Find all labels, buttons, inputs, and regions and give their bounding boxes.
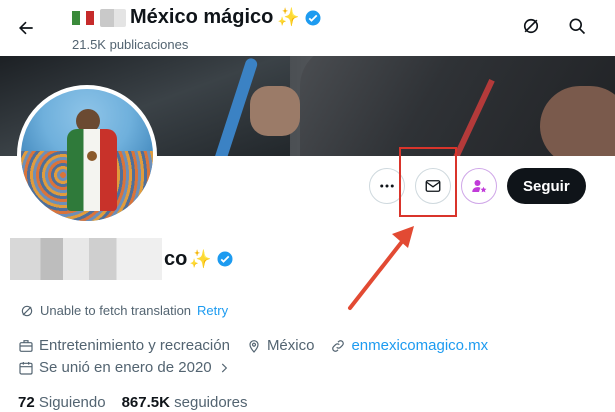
calendar-icon xyxy=(19,361,33,375)
followers-label: seguidores xyxy=(174,394,248,411)
website-link[interactable]: enmexicomagico.mx xyxy=(351,337,488,354)
profile-header: México mágico ✨ 21.5K publicaciones xyxy=(0,0,615,56)
search-icon[interactable] xyxy=(567,16,587,36)
avatar-flag-cape xyxy=(67,129,117,211)
subscribe-button[interactable] xyxy=(461,168,497,204)
annotation-arrow xyxy=(348,226,414,310)
translation-text: Unable to fetch translation xyxy=(40,303,192,318)
joined-row: Se unió en enero de 2020 xyxy=(18,359,231,376)
briefcase-icon xyxy=(19,339,33,352)
chevron-right-icon[interactable] xyxy=(217,361,231,375)
category-text: Entretenimiento y recreación xyxy=(39,337,230,354)
retry-link[interactable]: Retry xyxy=(197,303,228,318)
profile-info-row: Entretenimiento y recreación México enme… xyxy=(18,337,498,354)
following-link[interactable]: 72 Siguiendo xyxy=(18,394,106,411)
header-title: México mágico ✨ xyxy=(72,6,322,29)
website-item: enmexicomagico.mx xyxy=(330,337,488,354)
banner-hand xyxy=(250,86,300,136)
followers-link[interactable]: 867.5K seguidores xyxy=(122,394,248,411)
location-text: México xyxy=(266,337,315,354)
link-icon xyxy=(332,339,345,352)
redacted-name xyxy=(10,238,162,280)
followers-count: 867.5K xyxy=(121,394,170,411)
sparkles-icon: ✨ xyxy=(277,7,300,27)
user-star-icon xyxy=(472,180,487,193)
display-name-suffix: co xyxy=(164,247,188,270)
header-icons xyxy=(521,16,587,36)
following-label: Siguiendo xyxy=(38,394,106,411)
location-item: México xyxy=(246,337,315,354)
flag-icon xyxy=(72,10,80,25)
translation-off-icon xyxy=(21,305,33,316)
more-icon xyxy=(380,184,394,188)
cancel-search-icon[interactable] xyxy=(521,16,541,36)
verified-badge-icon[interactable] xyxy=(216,250,234,268)
sparkles-icon: ✨ xyxy=(189,248,212,269)
translation-row: Unable to fetch translation Retry xyxy=(20,303,228,318)
avatar[interactable] xyxy=(17,85,157,225)
annotation-box xyxy=(399,147,457,217)
redacted-text xyxy=(100,8,126,27)
back-button[interactable] xyxy=(10,12,42,44)
posts-count: 21.5K publicaciones xyxy=(72,37,189,52)
following-count: 72 xyxy=(18,394,35,411)
follow-button[interactable]: Seguir xyxy=(507,168,586,204)
joined-text: Se unió en enero de 2020 xyxy=(39,359,212,376)
category-item: Entretenimiento y recreación xyxy=(18,337,230,354)
flag-icon-red xyxy=(86,10,94,25)
location-pin-icon xyxy=(249,339,259,353)
display-name: co ✨ xyxy=(10,238,234,280)
avatar-emblem xyxy=(87,151,97,161)
header-name: México mágico xyxy=(130,6,274,28)
banner-face xyxy=(540,86,615,156)
follow-stats: 72 Siguiendo 867.5K seguidores xyxy=(18,394,248,411)
verified-badge-icon xyxy=(305,10,321,25)
arrow-left-icon xyxy=(19,21,33,35)
